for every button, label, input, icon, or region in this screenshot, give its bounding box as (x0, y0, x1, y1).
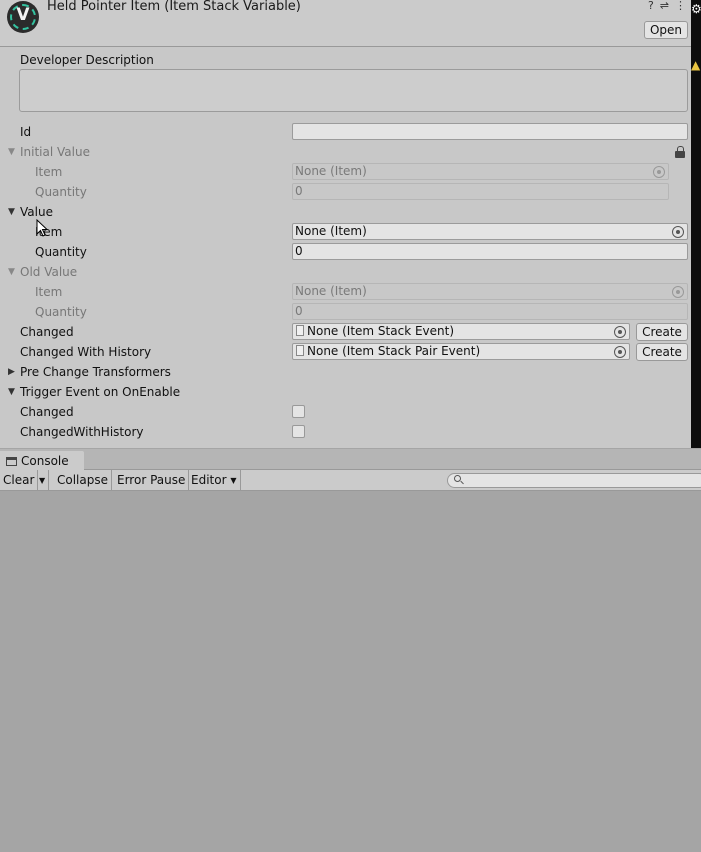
value-item-value: None (Item) (295, 224, 367, 238)
console-search-input[interactable] (447, 473, 701, 488)
value-foldout[interactable]: ▼ Value (0, 202, 691, 222)
id-label: Id (20, 125, 32, 139)
changed-row: Changed None (Item Stack Event) Create (0, 322, 691, 342)
initial-value-label: Initial Value (20, 145, 90, 159)
changed-with-history-event-field[interactable]: None (Item Stack Pair Event) (292, 343, 630, 360)
changed-event-field[interactable]: None (Item Stack Event) (292, 323, 630, 340)
pre-change-transformers-label: Pre Change Transformers (20, 365, 171, 379)
developer-description-label: Developer Description (20, 53, 154, 67)
editor-dropdown[interactable]: Editor ▼ (188, 470, 241, 491)
initial-value-foldout[interactable]: ▼ Initial Value (0, 142, 691, 162)
old-value-item-row: Item None (Item) (0, 282, 691, 302)
dropdown-arrow-icon: ▼ (39, 476, 46, 485)
presets-icon[interactable]: ⇌ (660, 0, 669, 12)
id-input[interactable] (292, 123, 688, 140)
initial-value-quantity-row: Quantity 0 (0, 182, 691, 202)
scriptable-object-icon (296, 345, 304, 356)
old-quantity-label: Quantity (35, 305, 87, 319)
value-label: Value (20, 205, 53, 219)
initial-quantity-field: 0 (292, 183, 669, 200)
initial-item-field: None (Item) (292, 163, 669, 180)
clear-button[interactable]: Clear (0, 470, 39, 491)
object-picker-icon (653, 166, 665, 178)
settings-gear-icon[interactable]: ⚙ (691, 2, 701, 16)
object-picker-icon[interactable] (614, 346, 626, 358)
collapse-button[interactable]: Collapse (54, 470, 112, 491)
initial-quantity-label: Quantity (35, 185, 87, 199)
old-value-quantity-row: Quantity 0 (0, 302, 691, 322)
initial-item-label: Item (35, 165, 63, 179)
trigger-event-foldout[interactable]: ▼ Trigger Event on OnEnable (0, 382, 691, 402)
old-value-foldout[interactable]: ▼ Old Value (0, 262, 691, 282)
lock-icon (675, 146, 685, 158)
developer-description-textarea[interactable] (19, 69, 688, 112)
value-item-field[interactable]: None (Item) (292, 223, 688, 240)
initial-item-value: None (Item) (295, 164, 367, 178)
old-item-field: None (Item) (292, 283, 688, 300)
mouse-cursor-icon (36, 219, 48, 237)
collapse-label: Collapse (57, 473, 108, 487)
value-item-row: Item None (Item) (0, 222, 691, 242)
changed-label: Changed (20, 325, 74, 339)
inspector-panel: V Held Pointer Item (Item Stack Variable… (0, 0, 701, 448)
trigger-changed-label: Changed (20, 405, 74, 419)
logo-letter: V (16, 5, 30, 25)
value-quantity-label: Quantity (35, 245, 87, 259)
console-window-icon (6, 457, 17, 466)
old-value-label: Old Value (20, 265, 78, 279)
more-icon[interactable]: ⋮ (675, 0, 686, 12)
dropdown-arrow-icon: ▼ (230, 476, 237, 485)
value-quantity-row: Quantity 0 (0, 242, 691, 262)
console-tab[interactable]: Console (0, 451, 84, 470)
initial-value-item-row: Item None (Item) (0, 162, 691, 182)
trigger-changed-checkbox[interactable] (292, 405, 305, 418)
foldout-expanded-icon[interactable]: ▼ (8, 146, 18, 158)
editor-label: Editor (191, 473, 227, 487)
object-picker-icon[interactable] (614, 326, 626, 338)
changed-with-history-row: Changed With History None (Item Stack Pa… (0, 342, 691, 362)
console-tab-bar: Console (0, 449, 701, 470)
old-quantity-field: 0 (292, 303, 688, 320)
console-log-area[interactable] (0, 491, 701, 852)
trigger-changed-with-history-row: ChangedWithHistory (0, 422, 691, 442)
pre-change-transformers-foldout[interactable]: ▶ Pre Change Transformers (0, 362, 691, 382)
trigger-changed-row: Changed (0, 402, 691, 422)
open-button[interactable]: Open (644, 21, 688, 39)
search-icon (454, 475, 461, 482)
foldout-expanded-icon[interactable]: ▼ (8, 266, 18, 278)
scriptable-object-icon (296, 325, 304, 336)
object-picker-icon (672, 286, 684, 298)
asset-title: Held Pointer Item (Item Stack Variable) (47, 0, 301, 14)
trigger-changed-with-history-checkbox[interactable] (292, 425, 305, 438)
warning-marker-icon: ▲ (691, 58, 701, 72)
inspector-header: V Held Pointer Item (Item Stack Variable… (0, 0, 691, 47)
changed-event-value: None (Item Stack Event) (307, 324, 455, 338)
trigger-changed-with-history-label: ChangedWithHistory (20, 425, 144, 439)
foldout-expanded-icon[interactable]: ▼ (8, 386, 18, 398)
console-toolbar: Clear ▼ Collapse Error Pause Editor ▼ (0, 470, 701, 491)
error-pause-label: Error Pause (117, 473, 186, 487)
foldout-collapsed-icon[interactable]: ▶ (8, 366, 18, 378)
help-icon[interactable]: ? (648, 0, 654, 12)
changed-with-history-event-value: None (Item Stack Pair Event) (307, 344, 481, 358)
asset-logo-icon: V (7, 1, 39, 33)
trigger-event-label: Trigger Event on OnEnable (20, 385, 181, 399)
clear-label: Clear (3, 473, 35, 487)
old-item-value: None (Item) (295, 284, 367, 298)
old-item-label: Item (35, 285, 63, 299)
error-pause-button[interactable]: Error Pause (114, 470, 190, 491)
foldout-expanded-icon[interactable]: ▼ (8, 206, 18, 218)
header-icons: ? ⇌ ⋮ (648, 0, 686, 12)
inspector-scrollbar[interactable]: ⚙ ▲ (691, 0, 701, 448)
console-tab-label: Console (21, 454, 69, 468)
create-changed-button[interactable]: Create (636, 323, 688, 341)
value-quantity-input[interactable]: 0 (292, 243, 688, 260)
object-picker-icon[interactable] (672, 226, 684, 238)
changed-with-history-label: Changed With History (20, 345, 152, 359)
create-changed-with-history-button[interactable]: Create (636, 343, 688, 361)
clear-options-dropdown[interactable]: ▼ (36, 470, 50, 491)
id-row: Id (0, 122, 691, 142)
